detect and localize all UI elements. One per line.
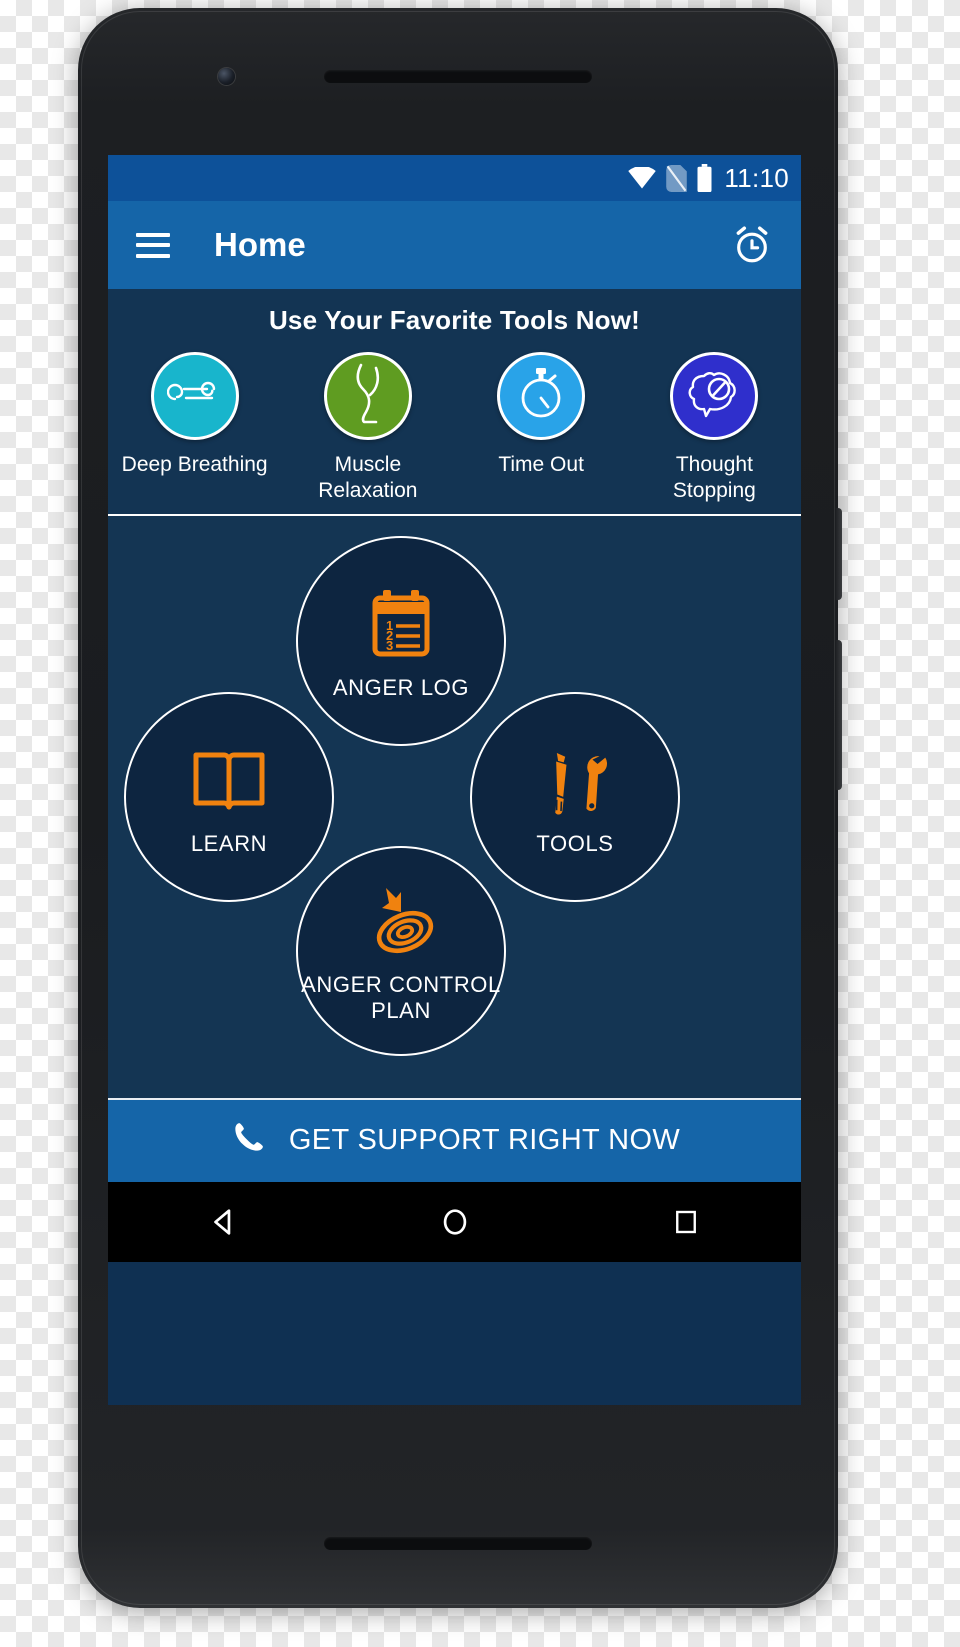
main-content: 1 2 3 ANGER LOG LEARN TOOLS ANGER CONTRO… <box>108 515 801 1182</box>
hamburger-menu-icon[interactable] <box>136 232 170 258</box>
no-sim-icon <box>666 164 688 192</box>
favorites-row: Deep Breathing Muscle Relaxation Time Ou… <box>108 352 801 504</box>
power-button[interactable] <box>835 508 842 600</box>
favorite-icon-circle <box>150 352 239 440</box>
favorites-heading: Use Your Favorite Tools Now! <box>268 305 641 335</box>
status-bar: 11:10 <box>108 155 801 201</box>
support-label: GET SUPPORT RIGHT NOW <box>288 1124 681 1157</box>
wind-breath-icon <box>166 372 223 421</box>
recents-square-icon[interactable] <box>643 1192 729 1252</box>
circle-label: LEARN <box>190 830 268 856</box>
anger-control-plan-button[interactable]: ANGER CONTROL PLAN <box>296 845 506 1056</box>
clipboard-numbered-list-icon: 1 2 3 <box>368 581 434 667</box>
screenshot-stage: 11:10 Home Use Your Favorite Tools Now! … <box>0 0 960 1647</box>
favorite-thought-stopping[interactable]: Thought Stopping <box>628 352 801 504</box>
alarm-clock-icon[interactable] <box>731 224 773 266</box>
get-support-button[interactable]: GET SUPPORT RIGHT NOW <box>108 1097 801 1182</box>
phone-screen: 11:10 Home Use Your Favorite Tools Now! … <box>108 155 801 1405</box>
svg-text:3: 3 <box>386 638 393 653</box>
leg-muscle-icon <box>346 363 390 430</box>
app-bar: Home <box>108 201 801 289</box>
favorite-deep-breathing[interactable]: Deep Breathing <box>108 352 281 504</box>
open-book-icon <box>191 737 267 823</box>
favorite-label: Thought Stopping <box>672 453 756 502</box>
favorite-icon-circle <box>670 352 759 440</box>
target-dart-icon <box>360 878 442 964</box>
favorite-label: Muscle Relaxation <box>318 453 418 502</box>
circle-label: ANGER LOG <box>332 674 470 700</box>
favorite-time-out[interactable]: Time Out <box>455 352 628 504</box>
battery-icon <box>696 164 713 192</box>
favorite-label: Time Out <box>498 453 584 476</box>
brain-no-entry-icon <box>684 366 744 427</box>
anger-log-button[interactable]: 1 2 3 ANGER LOG <box>296 535 506 746</box>
circle-label: TOOLS <box>536 830 614 856</box>
home-circle-icon[interactable] <box>412 1192 498 1252</box>
tools-button[interactable]: TOOLS <box>470 691 680 902</box>
favorite-icon-circle <box>497 352 586 440</box>
page-title: Home <box>214 226 306 263</box>
back-triangle-icon[interactable] <box>181 1192 267 1252</box>
bottom-speaker <box>324 1537 592 1550</box>
favorite-muscle-relaxation[interactable]: Muscle Relaxation <box>281 352 454 504</box>
phone-device: 11:10 Home Use Your Favorite Tools Now! … <box>78 8 842 1608</box>
wifi-icon <box>627 166 657 190</box>
circle-label: ANGER CONTROL PLAN <box>301 971 501 1023</box>
favorite-icon-circle <box>323 352 412 440</box>
screwdriver-wrench-icon <box>537 737 613 823</box>
volume-button[interactable] <box>835 640 842 790</box>
learn-button[interactable]: LEARN <box>124 691 334 902</box>
favorites-panel: Use Your Favorite Tools Now! Deep Breath… <box>108 289 801 516</box>
stopwatch-icon <box>516 365 566 428</box>
earpiece-speaker <box>324 70 592 83</box>
front-camera <box>218 68 235 85</box>
status-bar-clock: 11:10 <box>724 162 789 193</box>
favorite-label: Deep Breathing <box>121 453 268 476</box>
android-nav-bar <box>108 1181 801 1262</box>
phone-handset-icon <box>229 1119 267 1162</box>
